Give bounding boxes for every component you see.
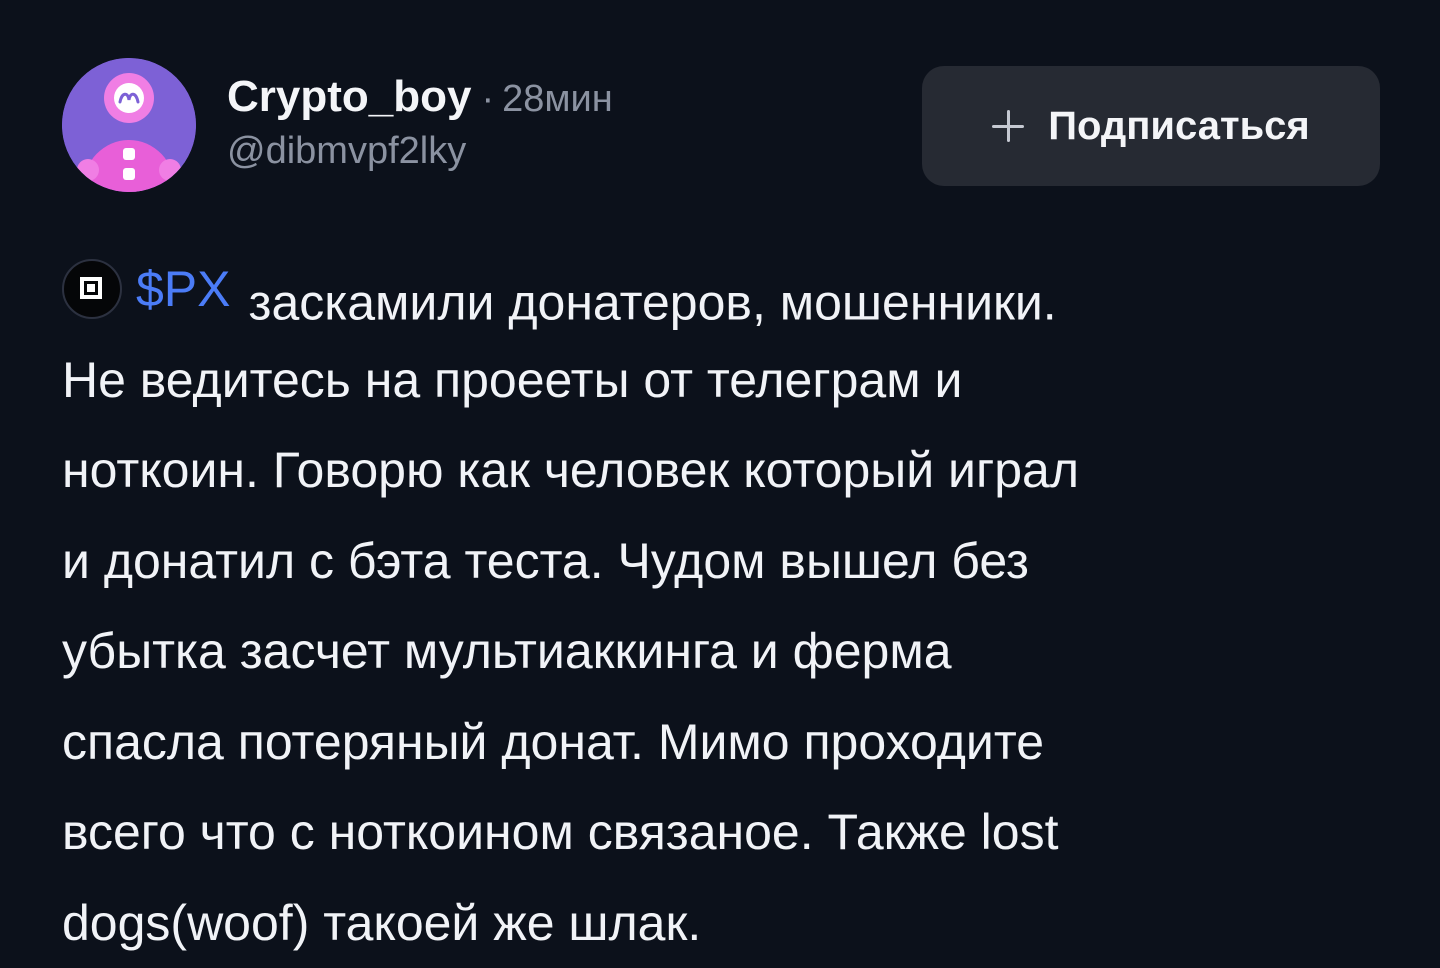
- ticker-link[interactable]: $PX: [62, 244, 249, 335]
- post-body: $PX заскамили донатеров, мошенники. Не в…: [62, 244, 1392, 968]
- author-block: Crypto_boy · 28мин @dibmvpf2lky: [227, 72, 613, 173]
- post-line: спасла потеряный донат. Мимо проходите: [62, 697, 1392, 788]
- subscribe-label: Подписаться: [1048, 104, 1310, 149]
- post-line: убытка засчет мультиаккинга и ферма: [62, 606, 1392, 697]
- post-line: и донатил с бэта теста. Чудом вышел без: [62, 516, 1392, 607]
- author-handle[interactable]: @dibmvpf2lky: [227, 130, 613, 173]
- px-token-icon: [62, 259, 122, 319]
- plus-icon: [992, 110, 1024, 142]
- post-line: Не ведитесь на проееты от телеграм и: [62, 335, 1392, 426]
- ticker-text: $PX: [136, 244, 231, 335]
- author-name[interactable]: Crypto_boy: [227, 72, 471, 122]
- post-timestamp: 28мин: [502, 78, 613, 121]
- meta-separator: ·: [481, 78, 494, 121]
- avatar-snowman-icon: [62, 58, 196, 192]
- post-line: всего что с ноткоином связаное. Также lo…: [62, 787, 1392, 878]
- post-line: dogs(woof) такоей же шлак.: [62, 878, 1392, 968]
- subscribe-button[interactable]: Подписаться: [922, 66, 1380, 186]
- post-line-1-text: заскамили донатеров, мошенники.: [249, 274, 1057, 330]
- post-line-1: $PX заскамили донатеров, мошенники.: [62, 244, 1392, 335]
- author-avatar[interactable]: [62, 58, 196, 192]
- post-header: Crypto_boy · 28мин @dibmvpf2lky Подписат…: [62, 58, 1380, 194]
- author-line: Crypto_boy · 28мин: [227, 72, 613, 122]
- post-line: ноткоин. Говорю как человек который игра…: [62, 425, 1392, 516]
